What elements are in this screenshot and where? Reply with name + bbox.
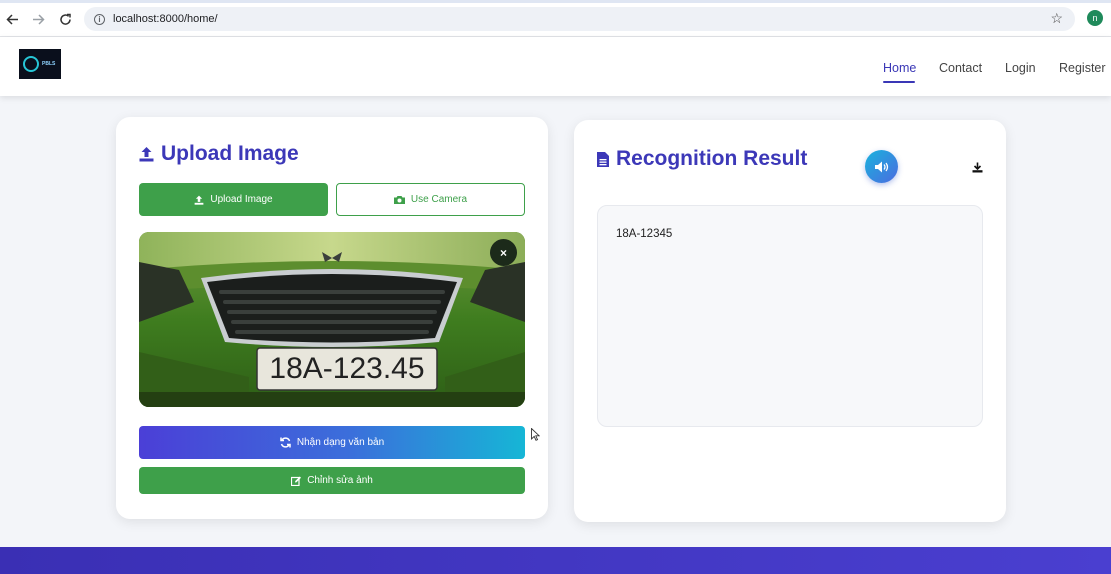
logo-text: PBLS xyxy=(42,61,56,67)
result-text-box: 18A-12345 xyxy=(597,205,983,427)
profile-avatar[interactable]: n xyxy=(1087,10,1103,26)
download-icon xyxy=(972,162,982,172)
recognize-text-button[interactable]: Nhận dạng văn bản xyxy=(139,426,525,459)
license-plate-text: 18A-123.45 xyxy=(269,352,424,385)
upload-title-text: Upload Image xyxy=(161,142,299,165)
upload-title: Upload Image xyxy=(139,142,299,166)
download-button[interactable] xyxy=(970,160,984,174)
reload-icon[interactable] xyxy=(55,9,75,29)
mouse-cursor-icon xyxy=(531,427,541,446)
upload-image-button[interactable]: Upload Image xyxy=(139,183,328,216)
star-icon[interactable]: ☆ xyxy=(1050,10,1063,27)
edit-image-button[interactable]: Chỉnh sửa ảnh xyxy=(139,467,525,494)
use-camera-button[interactable]: Use Camera xyxy=(336,183,525,216)
upload-icon xyxy=(139,147,154,162)
upload-image-button-label: Upload Image xyxy=(210,194,273,205)
result-text: 18A-12345 xyxy=(616,228,673,240)
use-camera-button-label: Use Camera xyxy=(410,194,468,205)
url-text: localhost:8000/home/ xyxy=(113,13,218,25)
edit-icon xyxy=(291,476,302,486)
site-header: PBLS Home Contact Login Register xyxy=(0,37,1111,96)
camera-icon xyxy=(393,196,405,204)
upload-icon xyxy=(194,195,204,205)
site-logo[interactable]: PBLS xyxy=(19,49,61,79)
recognize-text-button-label: Nhận dạng văn bản xyxy=(296,437,385,448)
browser-tab-strip xyxy=(0,0,1111,3)
image-preview: 18A-123.45 xyxy=(139,232,525,407)
nav-register[interactable]: Register xyxy=(1059,61,1106,75)
text-to-speech-button[interactable] xyxy=(865,150,898,183)
result-title-text: Recognition Result xyxy=(616,147,808,170)
logo-ring-icon xyxy=(23,56,39,72)
sync-icon xyxy=(280,437,291,448)
forward-arrow-icon[interactable] xyxy=(28,9,48,29)
nav-contact[interactable]: Contact xyxy=(939,61,982,75)
address-bar[interactable]: i localhost:8000/home/ ☆ xyxy=(84,7,1075,31)
nav-home[interactable]: Home xyxy=(883,61,916,75)
upload-card: Upload Image Upload Image Use Camera 18A… xyxy=(116,117,548,519)
result-title: Recognition Result xyxy=(597,147,807,171)
volume-icon xyxy=(874,161,888,172)
nav-login[interactable]: Login xyxy=(1005,61,1036,75)
document-icon xyxy=(597,151,609,167)
result-card: Recognition Result 18A-12345 xyxy=(574,120,1006,522)
edit-image-button-label: Chỉnh sửa ảnh xyxy=(307,475,373,486)
nav-active-indicator xyxy=(883,81,915,83)
car-photo: 18A-123.45 xyxy=(139,232,525,407)
info-icon[interactable]: i xyxy=(94,13,105,25)
footer-band xyxy=(0,547,1111,574)
back-arrow-icon[interactable] xyxy=(2,9,22,29)
close-icon[interactable]: × xyxy=(490,239,517,266)
browser-toolbar: i localhost:8000/home/ ☆ n xyxy=(0,0,1111,37)
